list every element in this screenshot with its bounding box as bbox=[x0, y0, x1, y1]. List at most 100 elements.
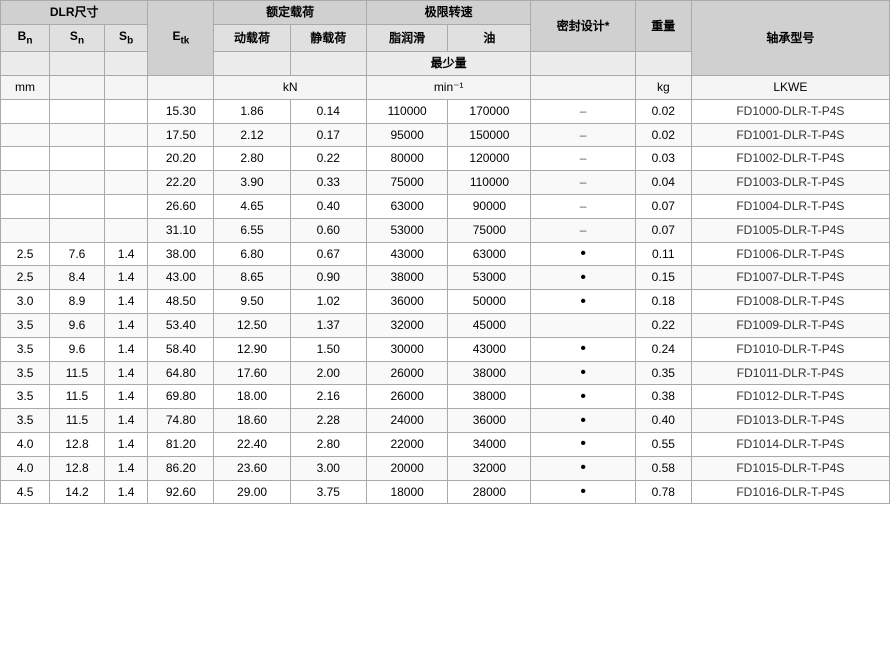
cell-model: FD1016-DLR-T-P4S bbox=[691, 480, 889, 504]
cell-etk: 26.60 bbox=[148, 194, 214, 218]
cell-static: 2.80 bbox=[290, 432, 366, 456]
header-bn: Bn bbox=[1, 24, 50, 51]
cell-etk: 17.50 bbox=[148, 123, 214, 147]
header-min-amount: 最少量 bbox=[366, 52, 531, 76]
cell-weight: 0.04 bbox=[635, 171, 691, 195]
cell-sb: 1.4 bbox=[104, 337, 147, 361]
cell-weight: 0.35 bbox=[635, 361, 691, 385]
header-weight-empty bbox=[635, 52, 691, 76]
header-seal-empty bbox=[531, 52, 635, 76]
table-row: 2.58.41.443.008.650.903800053000•0.15FD1… bbox=[1, 266, 890, 290]
table-row: 31.106.550.605300075000–0.07FD1005-DLR-T… bbox=[1, 218, 890, 242]
cell-seal: • bbox=[531, 337, 635, 361]
cell-static: 0.40 bbox=[290, 194, 366, 218]
cell-seal: • bbox=[531, 480, 635, 504]
table-row: 3.59.61.453.4012.501.3732000450000.22FD1… bbox=[1, 313, 890, 337]
cell-sn bbox=[50, 123, 105, 147]
cell-sb: 1.4 bbox=[104, 456, 147, 480]
cell-bn: 4.0 bbox=[1, 456, 50, 480]
table-row: 4.012.81.481.2022.402.802200034000•0.55F… bbox=[1, 432, 890, 456]
cell-sn bbox=[50, 99, 105, 123]
cell-sn: 11.5 bbox=[50, 385, 105, 409]
cell-etk: 53.40 bbox=[148, 313, 214, 337]
cell-etk: 48.50 bbox=[148, 290, 214, 314]
header-dynamic-load: 动载荷 bbox=[214, 24, 290, 51]
cell-grease: 80000 bbox=[366, 147, 448, 171]
cell-etk: 64.80 bbox=[148, 361, 214, 385]
cell-weight: 0.58 bbox=[635, 456, 691, 480]
cell-oil: 50000 bbox=[448, 290, 531, 314]
cell-sb: 1.4 bbox=[104, 266, 147, 290]
cell-bn: 2.5 bbox=[1, 266, 50, 290]
unit-mm: mm bbox=[1, 75, 50, 99]
header-max-speed: 极限转速 bbox=[366, 1, 531, 25]
cell-dynamic: 3.90 bbox=[214, 171, 290, 195]
cell-etk: 74.80 bbox=[148, 409, 214, 433]
cell-model: FD1010-DLR-T-P4S bbox=[691, 337, 889, 361]
table-row: 26.604.650.406300090000–0.07FD1004-DLR-T… bbox=[1, 194, 890, 218]
cell-static: 0.67 bbox=[290, 242, 366, 266]
table-row: 3.511.51.464.8017.602.002600038000•0.35F… bbox=[1, 361, 890, 385]
cell-grease: 24000 bbox=[366, 409, 448, 433]
cell-bn: 3.5 bbox=[1, 385, 50, 409]
cell-weight: 0.11 bbox=[635, 242, 691, 266]
cell-oil: 32000 bbox=[448, 456, 531, 480]
cell-sn: 9.6 bbox=[50, 313, 105, 337]
cell-sb: 1.4 bbox=[104, 385, 147, 409]
cell-oil: 63000 bbox=[448, 242, 531, 266]
cell-oil: 120000 bbox=[448, 147, 531, 171]
cell-oil: 75000 bbox=[448, 218, 531, 242]
cell-seal: – bbox=[531, 218, 635, 242]
cell-seal: – bbox=[531, 194, 635, 218]
cell-bn: 4.5 bbox=[1, 480, 50, 504]
cell-weight: 0.15 bbox=[635, 266, 691, 290]
cell-weight: 0.55 bbox=[635, 432, 691, 456]
header-oil: 油 bbox=[448, 24, 531, 51]
cell-oil: 38000 bbox=[448, 361, 531, 385]
unit-mm4 bbox=[148, 75, 214, 99]
cell-static: 1.02 bbox=[290, 290, 366, 314]
header-static-load: 静载荷 bbox=[290, 24, 366, 51]
unit-lkwe: LKWE bbox=[691, 75, 889, 99]
header-sn-empty bbox=[50, 52, 105, 76]
cell-bn bbox=[1, 194, 50, 218]
cell-sb bbox=[104, 194, 147, 218]
cell-dynamic: 17.60 bbox=[214, 361, 290, 385]
cell-weight: 0.78 bbox=[635, 480, 691, 504]
cell-weight: 0.07 bbox=[635, 194, 691, 218]
header-seal-design: 密封设计* bbox=[531, 1, 635, 52]
cell-bn: 2.5 bbox=[1, 242, 50, 266]
cell-dynamic: 1.86 bbox=[214, 99, 290, 123]
table-row: 17.502.120.1795000150000–0.02FD1001-DLR-… bbox=[1, 123, 890, 147]
header-bn-empty bbox=[1, 52, 50, 76]
cell-sn: 11.5 bbox=[50, 361, 105, 385]
cell-weight: 0.07 bbox=[635, 218, 691, 242]
cell-static: 0.33 bbox=[290, 171, 366, 195]
cell-seal: • bbox=[531, 432, 635, 456]
cell-static: 2.16 bbox=[290, 385, 366, 409]
cell-static: 2.28 bbox=[290, 409, 366, 433]
cell-seal: • bbox=[531, 242, 635, 266]
cell-dynamic: 23.60 bbox=[214, 456, 290, 480]
cell-oil: 34000 bbox=[448, 432, 531, 456]
cell-model: FD1007-DLR-T-P4S bbox=[691, 266, 889, 290]
cell-sn: 11.5 bbox=[50, 409, 105, 433]
cell-oil: 170000 bbox=[448, 99, 531, 123]
cell-sb: 1.4 bbox=[104, 480, 147, 504]
cell-sb: 1.4 bbox=[104, 409, 147, 433]
cell-seal: • bbox=[531, 361, 635, 385]
cell-bn bbox=[1, 218, 50, 242]
cell-grease: 53000 bbox=[366, 218, 448, 242]
header-bearing-number: 轴承型号 bbox=[691, 1, 889, 76]
cell-model: FD1000-DLR-T-P4S bbox=[691, 99, 889, 123]
cell-static: 1.37 bbox=[290, 313, 366, 337]
cell-etk: 31.10 bbox=[148, 218, 214, 242]
cell-dynamic: 2.80 bbox=[214, 147, 290, 171]
cell-seal: • bbox=[531, 266, 635, 290]
cell-model: FD1011-DLR-T-P4S bbox=[691, 361, 889, 385]
cell-etk: 69.80 bbox=[148, 385, 214, 409]
main-table-container: DLR尺寸 Etk 额定载荷 极限转速 密封设计* 重量 轴承型号 Bn Sn … bbox=[0, 0, 890, 504]
cell-sn: 7.6 bbox=[50, 242, 105, 266]
cell-model: FD1013-DLR-T-P4S bbox=[691, 409, 889, 433]
cell-etk: 81.20 bbox=[148, 432, 214, 456]
